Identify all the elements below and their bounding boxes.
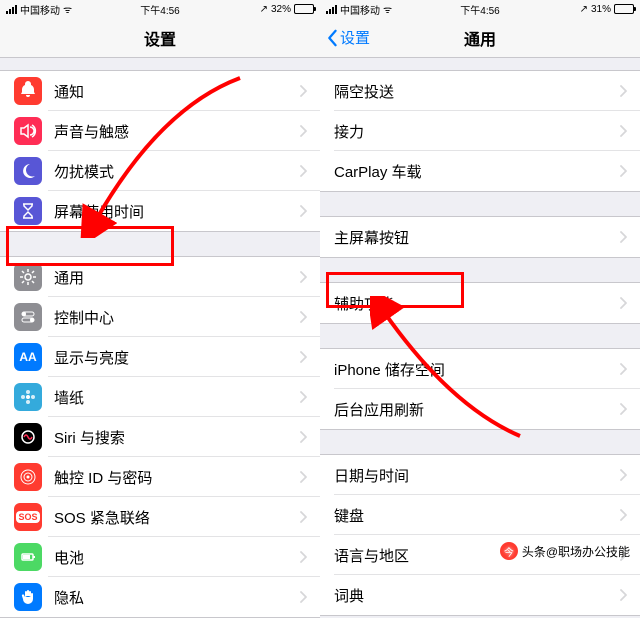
page-title: 通用: [464, 26, 496, 50]
watermark-icon: 今: [500, 542, 518, 560]
settings-row[interactable]: 触控 ID 与密码: [0, 457, 320, 497]
SOS-icon: SOS: [14, 503, 42, 531]
status-bar: 中国移动 ᯤ 下午4:56 ↗ 32%: [0, 0, 320, 18]
touch-icon: [14, 463, 42, 491]
settings-row[interactable]: 后台应用刷新: [320, 389, 640, 429]
hourglass-icon: [14, 197, 42, 225]
battery-percent: 32%: [271, 4, 291, 15]
row-label: 辅助功能: [334, 293, 620, 314]
wifi-icon: ᯤ: [383, 2, 392, 16]
row-label: Siri 与搜索: [54, 427, 300, 448]
settings-row[interactable]: 通知: [0, 71, 320, 111]
battery-percent: 31%: [591, 4, 611, 15]
signal-icon: [6, 5, 17, 14]
settings-row[interactable]: 接力: [320, 111, 640, 151]
location-icon: ↗: [580, 4, 588, 15]
bell-icon: [14, 77, 42, 105]
row-label: 声音与触感: [54, 121, 300, 142]
settings-row[interactable]: 主屏幕按钮: [320, 217, 640, 257]
moon-icon: [14, 157, 42, 185]
settings-row[interactable]: 控制中心: [0, 297, 320, 337]
page-title: 设置: [144, 26, 176, 50]
settings-row[interactable]: 隐私: [0, 577, 320, 617]
carrier: 中国移动: [340, 2, 380, 17]
settings-row[interactable]: 通用: [0, 257, 320, 297]
battery-icon: [294, 4, 314, 14]
sound-icon: [14, 117, 42, 145]
status-time: 下午4:56: [140, 2, 179, 17]
settings-row[interactable]: 电池: [0, 537, 320, 577]
flower-icon: [14, 383, 42, 411]
watermark-text: 头条@职场办公技能: [522, 543, 630, 560]
nav-bar: 设置: [0, 18, 320, 58]
siri-icon: [14, 423, 42, 451]
row-label: 触控 ID 与密码: [54, 467, 300, 488]
row-label: 隐私: [54, 587, 300, 608]
row-label: 屏幕使用时间: [54, 201, 300, 222]
settings-row[interactable]: SOS SOS 紧急联络: [0, 497, 320, 537]
settings-row[interactable]: 词典: [320, 575, 640, 615]
settings-row[interactable]: 隔空投送: [320, 71, 640, 111]
row-label: 墙纸: [54, 387, 300, 408]
carrier: 中国移动: [20, 2, 60, 17]
row-label: 通用: [54, 267, 300, 288]
row-label: 键盘: [334, 505, 620, 526]
location-icon: ↗: [260, 4, 268, 15]
settings-row[interactable]: 墙纸: [0, 377, 320, 417]
switches-icon: [14, 303, 42, 331]
row-label: 控制中心: [54, 307, 300, 328]
status-time: 下午4:56: [460, 2, 499, 17]
row-label: iPhone 储存空间: [334, 359, 620, 380]
hand-icon: [14, 583, 42, 611]
wifi-icon: ᯤ: [63, 2, 72, 16]
row-label: 显示与亮度: [54, 347, 300, 368]
settings-row[interactable]: 声音与触感: [0, 111, 320, 151]
battery-icon: [614, 4, 634, 14]
settings-screen: 中国移动 ᯤ 下午4:56 ↗ 32% 设置 通知声音与触感勿扰模式屏幕使用时间…: [0, 0, 320, 618]
settings-row[interactable]: 日期与时间: [320, 455, 640, 495]
row-label: 词典: [334, 585, 620, 606]
general-screen: 中国移动 ᯤ 下午4:56 ↗ 31% 设置 通用 隔空投送接力 CarPlay …: [320, 0, 640, 618]
back-label: 设置: [340, 27, 370, 48]
gear-icon: [14, 263, 42, 291]
settings-row[interactable]: CarPlay 车载: [320, 151, 640, 191]
row-label: 通知: [54, 81, 300, 102]
settings-row[interactable]: 勿扰模式: [0, 151, 320, 191]
settings-row[interactable]: 辅助功能: [320, 283, 640, 323]
batt-icon: [14, 543, 42, 571]
back-button[interactable]: 设置: [326, 27, 370, 48]
status-bar: 中国移动 ᯤ 下午4:56 ↗ 31%: [320, 0, 640, 18]
settings-row[interactable]: AA 显示与亮度: [0, 337, 320, 377]
settings-row[interactable]: 键盘: [320, 495, 640, 535]
row-label: 日期与时间: [334, 465, 620, 486]
watermark: 今 头条@职场办公技能: [500, 542, 630, 560]
row-label: CarPlay 车载: [334, 161, 620, 182]
row-label: 电池: [54, 547, 300, 568]
AA-icon: AA: [14, 343, 42, 371]
row-label: 主屏幕按钮: [334, 227, 620, 248]
settings-row[interactable]: iPhone 储存空间: [320, 349, 640, 389]
row-label: 隔空投送: [334, 81, 620, 102]
row-label: 勿扰模式: [54, 161, 300, 182]
settings-row[interactable]: Siri 与搜索: [0, 417, 320, 457]
signal-icon: [326, 5, 337, 14]
row-label: SOS 紧急联络: [54, 507, 300, 528]
row-label: 后台应用刷新: [334, 399, 620, 420]
row-label: 接力: [334, 121, 620, 142]
nav-bar: 设置 通用: [320, 18, 640, 58]
settings-row[interactable]: 屏幕使用时间: [0, 191, 320, 231]
